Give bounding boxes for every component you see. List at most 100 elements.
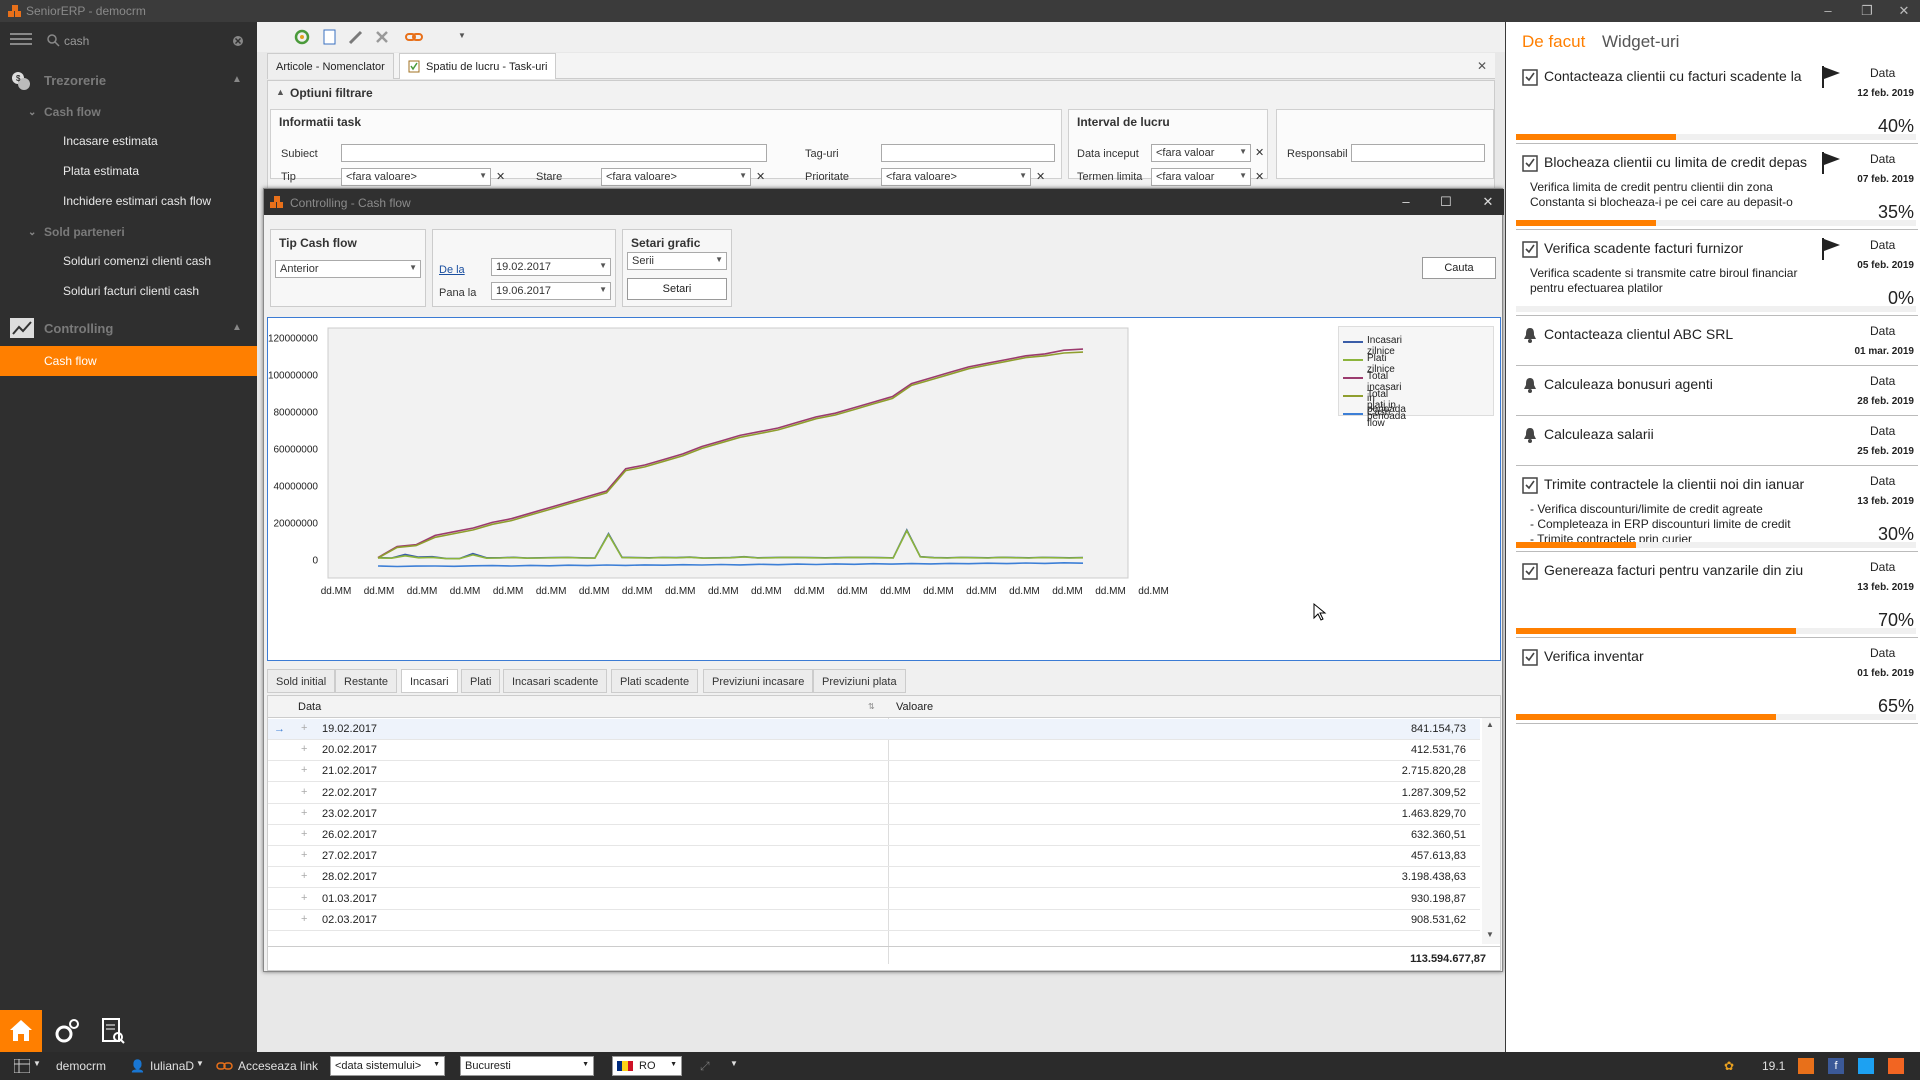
user-label[interactable]: IulianaD: [150, 1059, 194, 1073]
app-store-icon[interactable]: [1798, 1058, 1814, 1074]
hamburger-icon[interactable]: [10, 32, 32, 46]
tab-incasari[interactable]: Incasari: [401, 669, 458, 693]
table-row[interactable]: +02.03.2017 908.531,62: [268, 910, 1480, 931]
grid-menu-icon[interactable]: [14, 1059, 30, 1073]
tab-incasari-scadente[interactable]: Incasari scadente: [503, 669, 608, 693]
acceseaza-link[interactable]: Acceseaza link: [238, 1059, 318, 1073]
expand-row-icon[interactable]: +: [301, 722, 307, 734]
minimize-button[interactable]: –: [1818, 3, 1838, 19]
flag-icon[interactable]: [1820, 236, 1842, 262]
scroll-up-icon[interactable]: ▲: [1486, 720, 1494, 729]
termen-clear-icon[interactable]: ✕: [1255, 170, 1264, 183]
table-row[interactable]: +23.02.2017 1.463.829,70: [268, 804, 1480, 825]
tip-cash-flow-select[interactable]: Anterior ▼: [275, 260, 421, 278]
tip-select[interactable]: <fara valoare> ▼: [341, 168, 491, 186]
tip-clear-icon[interactable]: ✕: [496, 170, 505, 183]
table-row[interactable]: +21.02.2017 2.715.820,28: [268, 761, 1480, 783]
termen-select[interactable]: <fara valoar ▼: [1151, 168, 1251, 186]
close-tab-icon[interactable]: ✕: [1477, 59, 1487, 73]
prioritate-clear-icon[interactable]: ✕: [1036, 170, 1045, 183]
expand-row-icon[interactable]: +: [301, 786, 307, 798]
tab-sold-initial[interactable]: Sold initial: [267, 669, 336, 693]
tab-plati[interactable]: Plati: [461, 669, 501, 693]
company-label[interactable]: democrm: [56, 1059, 106, 1073]
delete-icon[interactable]: [371, 27, 393, 47]
table-row[interactable]: +19.02.2017 841.154,73: [268, 719, 1480, 740]
subiect-input[interactable]: [341, 144, 767, 162]
tab-spatiu-lucru[interactable]: Spatiu de lucru - Task-uri: [399, 53, 557, 79]
rss-icon[interactable]: [1888, 1058, 1904, 1074]
city-select[interactable]: Bucuresti ▼: [460, 1056, 594, 1076]
sidebar-item-cash-flow[interactable]: Cash flow: [0, 346, 257, 376]
link-dropdown-icon[interactable]: ▼: [458, 31, 466, 40]
de-la-date-picker[interactable]: 19.02.2017 ▼: [491, 258, 611, 276]
grid-scrollbar[interactable]: ▲ ▼: [1482, 718, 1500, 944]
search-input[interactable]: cash: [64, 34, 89, 48]
link-icon[interactable]: [403, 27, 425, 47]
tab-articole[interactable]: Articole - Nomenclator: [267, 53, 394, 79]
taguri-input[interactable]: [881, 144, 1055, 162]
tab-restante[interactable]: Restante: [335, 669, 398, 693]
task-item[interactable]: Calculeaza bonusuri agenti Data 28 feb. 20…: [1516, 366, 1918, 416]
responsabil-input[interactable]: [1351, 144, 1485, 162]
table-row[interactable]: +01.03.2017 930.198,87: [268, 889, 1480, 910]
expand-row-icon[interactable]: +: [301, 807, 307, 819]
cf-maximize-button[interactable]: ☐: [1436, 194, 1456, 210]
data-inceput-clear-icon[interactable]: ✕: [1255, 146, 1264, 159]
tab-previziuni-plata[interactable]: Previziuni plata: [813, 669, 906, 693]
data-inceput-select[interactable]: <fara valoar ▼: [1151, 144, 1251, 162]
expand-row-icon[interactable]: +: [301, 892, 307, 904]
twitter-icon[interactable]: [1858, 1058, 1874, 1074]
setari-button[interactable]: Setari: [627, 278, 727, 300]
sort-icon[interactable]: ⇅: [868, 702, 875, 711]
collapse-filter-icon[interactable]: ▲: [276, 87, 285, 97]
cf-close-button[interactable]: ✕: [1478, 194, 1498, 210]
language-select[interactable]: RO ▼: [612, 1056, 682, 1076]
expand-row-icon[interactable]: +: [301, 913, 307, 925]
settings-button[interactable]: [46, 1010, 88, 1052]
expand-row-icon[interactable]: +: [301, 743, 307, 755]
sidebar-group-trezorerie[interactable]: $ Trezorerie ▲: [0, 62, 257, 98]
sidebar-group-controlling[interactable]: Controlling ▲: [0, 310, 257, 346]
home-button[interactable]: [0, 1010, 42, 1052]
scroll-down-icon[interactable]: ▼: [1486, 930, 1494, 939]
stare-select[interactable]: <fara valoare> ▼: [601, 168, 751, 186]
task-item[interactable]: Contacteaza clientii cu facturi scadente…: [1516, 58, 1918, 144]
tab-de-facut[interactable]: De facut: [1522, 32, 1585, 52]
table-row[interactable]: +27.02.2017 457.613,83: [268, 846, 1480, 868]
sidebar-item-plata-estimata[interactable]: Plata estimata: [0, 156, 257, 186]
task-item[interactable]: Verifica inventar Data 01 feb. 2019 65%: [1516, 638, 1918, 724]
flag-icon[interactable]: [1820, 64, 1842, 90]
notification-icon[interactable]: ✿: [1724, 1059, 1734, 1073]
task-item[interactable]: Verifica scadente facturi furnizor Data 05…: [1516, 230, 1918, 316]
expand-row-icon[interactable]: +: [301, 764, 307, 776]
flag-icon[interactable]: [1820, 150, 1842, 176]
task-item[interactable]: Contacteaza clientul ABC SRL Data 01 mar. …: [1516, 316, 1918, 366]
expand-row-icon[interactable]: +: [301, 849, 307, 861]
task-item[interactable]: Trimite contractele la clientii noi din …: [1516, 466, 1918, 552]
table-row[interactable]: +22.02.2017 1.287.309,52: [268, 783, 1480, 804]
close-app-button[interactable]: ✕: [1894, 3, 1914, 19]
task-item[interactable]: Calculeaza salarii Data 25 feb. 2019: [1516, 416, 1918, 466]
table-row[interactable]: +28.02.2017 3.198.438,63: [268, 867, 1480, 889]
system-date-select[interactable]: <data sistemului> ▼: [330, 1056, 445, 1076]
table-row[interactable]: +26.02.2017 632.360,51: [268, 825, 1480, 846]
refresh-icon[interactable]: [291, 27, 313, 47]
stare-clear-icon[interactable]: ✕: [756, 170, 765, 183]
pana-la-date-picker[interactable]: 19.06.2017 ▼: [491, 282, 611, 300]
facebook-icon[interactable]: f: [1828, 1058, 1844, 1074]
cauta-button[interactable]: Cauta: [1422, 257, 1496, 279]
serii-select[interactable]: Serii ▼: [627, 252, 727, 270]
expand-dropdown-icon[interactable]: ▼: [730, 1059, 738, 1068]
sidebar-item-incasare-estimata[interactable]: Incasare estimata: [0, 126, 257, 156]
edit-icon[interactable]: [345, 27, 367, 47]
column-header-data[interactable]: Data: [298, 701, 321, 713]
table-row[interactable]: +20.02.2017 412.531,76: [268, 740, 1480, 762]
expand-row-icon[interactable]: +: [301, 870, 307, 882]
tab-previziuni-incasare[interactable]: Previziuni incasare: [703, 669, 814, 693]
menu-dropdown-icon[interactable]: ▼: [33, 1059, 41, 1068]
report-search-button[interactable]: [92, 1010, 134, 1052]
expand-icon[interactable]: ⤢: [700, 1059, 710, 1074]
column-header-valoare[interactable]: Valoare: [896, 701, 933, 713]
expand-row-icon[interactable]: +: [301, 828, 307, 840]
